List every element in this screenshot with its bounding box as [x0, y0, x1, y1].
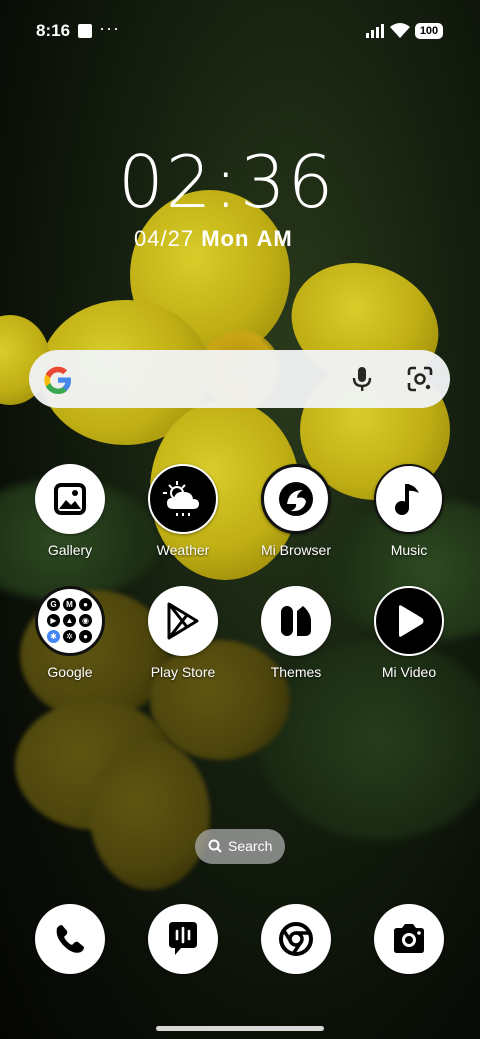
gesture-navigation-bar[interactable] [156, 1026, 324, 1031]
battery-icon: 100 [415, 23, 443, 39]
mini-assistant-icon: ✲ [63, 630, 76, 643]
signal-icon [366, 24, 384, 38]
weather-icon [148, 464, 218, 534]
mi-browser-icon [261, 464, 331, 534]
mini-photos-icon: ✱ [47, 630, 60, 643]
status-time: 8:16 [36, 21, 71, 40]
app-label: Themes [270, 664, 322, 680]
notification-square-icon [78, 24, 92, 38]
app-play-store[interactable]: Play Store [128, 586, 238, 680]
app-gallery[interactable]: Gallery [15, 464, 125, 558]
wifi-icon [390, 23, 410, 38]
status-bar: 8:16 ··· 100 [0, 18, 480, 46]
phone-icon [35, 904, 105, 974]
app-mi-browser[interactable]: Mi Browser [241, 464, 351, 558]
app-label: Mi Video [381, 664, 437, 680]
mini-google-icon: G [47, 598, 60, 611]
mi-video-icon [374, 586, 444, 656]
music-icon [374, 464, 444, 534]
chrome-icon [261, 904, 331, 974]
mini-maps-icon: ● [79, 598, 92, 611]
app-weather[interactable]: Weather [128, 464, 238, 558]
microphone-icon[interactable] [351, 365, 373, 393]
app-music[interactable]: Music [354, 464, 464, 558]
mini-youtube-icon: ▶ [47, 614, 60, 627]
app-label: Mi Browser [260, 542, 331, 558]
app-google-folder[interactable]: G M ● ▶ ▲ ◉ ✱ ✲ ● Google [15, 586, 125, 680]
dock-phone[interactable] [15, 904, 125, 974]
search-label: Search [228, 838, 273, 854]
mini-meet-icon: ◉ [79, 614, 92, 627]
google-folder-icon: G M ● ▶ ▲ ◉ ✱ ✲ ● [35, 586, 105, 656]
themes-icon [261, 586, 331, 656]
app-label: Play Store [150, 664, 216, 680]
app-search-button[interactable]: Search [195, 829, 285, 864]
more-notifications-icon: ··· [99, 18, 120, 38]
weekday: Mon [201, 226, 250, 251]
google-search-bar[interactable] [29, 350, 450, 408]
dock-chrome[interactable] [241, 904, 351, 974]
app-themes[interactable]: Themes [241, 586, 351, 680]
app-mi-video[interactable]: Mi Video [354, 586, 464, 680]
google-g-icon [44, 366, 71, 394]
app-label: Google [47, 664, 93, 680]
play-store-icon [148, 586, 218, 656]
app-label: Music [390, 542, 428, 558]
app-label: Weather [156, 542, 210, 558]
messages-icon [148, 904, 218, 974]
clock-date: 04/27 Mon AM [134, 226, 293, 252]
mini-contacts-icon: ● [79, 630, 92, 643]
mini-gmail-icon: M [63, 598, 76, 611]
date: 04/27 [134, 226, 195, 251]
google-lens-icon[interactable] [407, 366, 433, 392]
search-icon [208, 839, 222, 853]
app-label: Gallery [47, 542, 93, 558]
dock-messages[interactable] [128, 904, 238, 974]
clock-time: 02:36 [118, 140, 336, 224]
dock-camera[interactable] [354, 904, 464, 974]
camera-icon [374, 904, 444, 974]
mini-drive-icon: ▲ [63, 614, 76, 627]
ampm: AM [256, 226, 293, 251]
gallery-icon [35, 464, 105, 534]
